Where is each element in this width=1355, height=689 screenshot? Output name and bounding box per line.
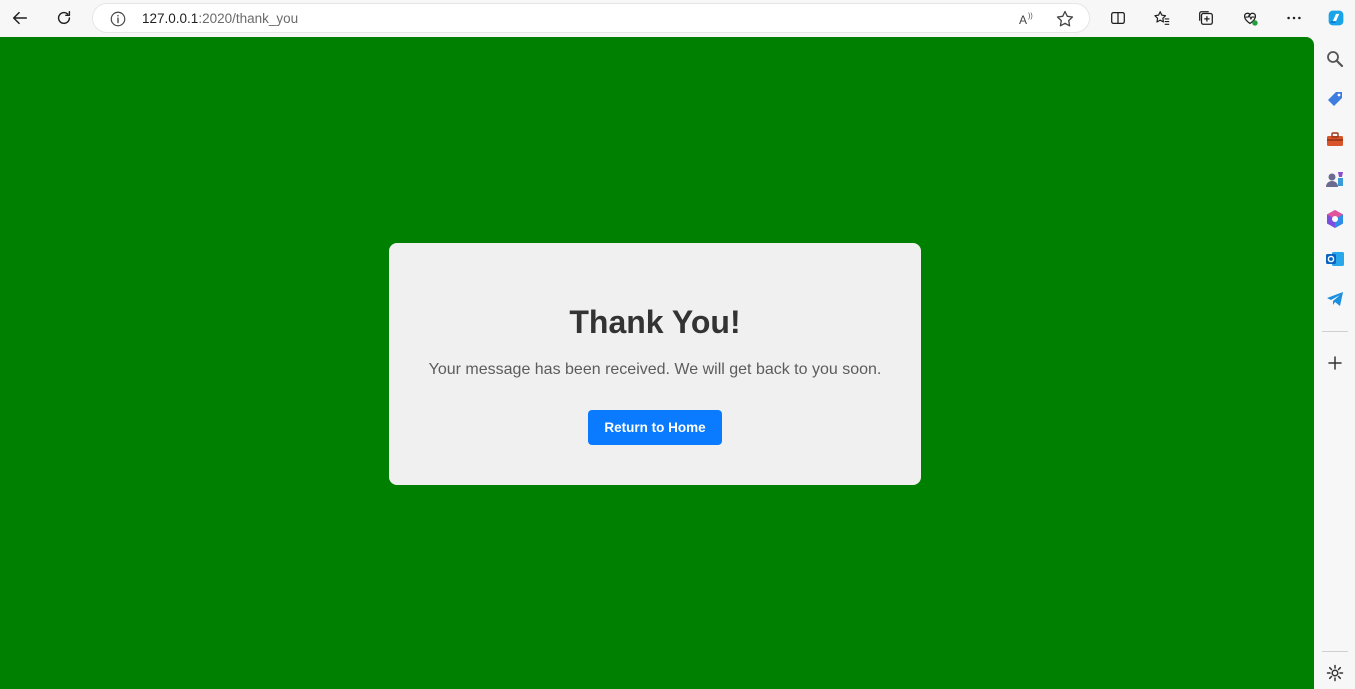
- tools-icon[interactable]: [1324, 128, 1346, 150]
- address-bar[interactable]: 127.0.0.1:2020/thank_you A)): [92, 3, 1090, 33]
- sidebar-divider-bottom: [1322, 651, 1348, 652]
- thank-you-card: Thank You! Your message has been receive…: [389, 243, 921, 485]
- outlook-icon[interactable]: [1324, 248, 1346, 270]
- browser-health-icon[interactable]: [1235, 4, 1265, 32]
- read-aloud-icon[interactable]: A)): [1017, 9, 1037, 29]
- site-info-icon[interactable]: [109, 10, 127, 28]
- favorites-icon[interactable]: [1147, 4, 1177, 32]
- confirmation-message: Your message has been received. We will …: [428, 361, 882, 378]
- games-icon[interactable]: [1324, 168, 1346, 190]
- shopping-tag-icon[interactable]: [1324, 88, 1346, 110]
- refresh-icon[interactable]: [49, 4, 79, 32]
- more-icon[interactable]: [1279, 4, 1309, 32]
- search-icon[interactable]: [1324, 48, 1346, 70]
- favorite-star-icon[interactable]: [1055, 9, 1075, 29]
- browser-toolbar: 127.0.0.1:2020/thank_you A)): [0, 0, 1355, 37]
- settings-icon[interactable]: [1324, 662, 1346, 684]
- sidebar-divider: [1322, 331, 1348, 332]
- add-icon[interactable]: [1324, 352, 1346, 374]
- page-title: Thank You!: [569, 304, 741, 340]
- copilot-icon[interactable]: [1321, 4, 1351, 32]
- edge-sidebar: [1314, 37, 1355, 689]
- svg-text:)): )): [1028, 13, 1033, 20]
- collections-icon[interactable]: [1191, 4, 1221, 32]
- office-icon[interactable]: [1324, 208, 1346, 230]
- back-icon[interactable]: [5, 4, 35, 32]
- page-background: Thank You! Your message has been receive…: [0, 37, 1314, 689]
- url-text[interactable]: 127.0.0.1:2020/thank_you: [142, 11, 298, 26]
- split-screen-icon[interactable]: [1103, 4, 1133, 32]
- return-home-button[interactable]: Return to Home: [588, 410, 722, 445]
- svg-text:A: A: [1019, 13, 1027, 27]
- telegram-icon[interactable]: [1324, 288, 1346, 310]
